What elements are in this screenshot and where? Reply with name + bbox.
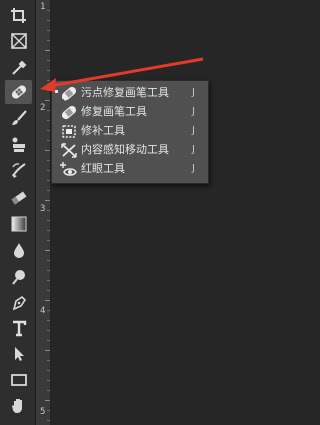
annotation-arrow — [40, 57, 204, 92]
